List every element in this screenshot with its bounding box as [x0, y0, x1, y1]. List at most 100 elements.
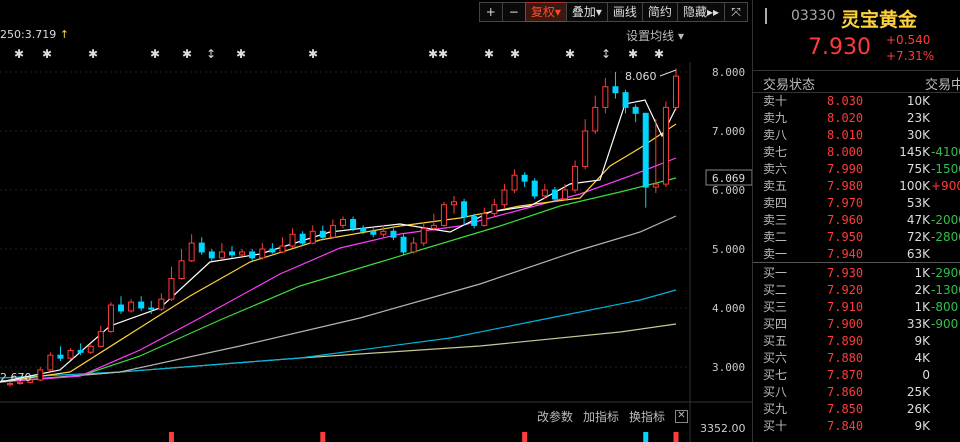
candle — [461, 198, 468, 226]
candle-body — [430, 224, 437, 229]
candle — [390, 228, 397, 241]
candle-body — [400, 236, 407, 253]
level-label: 卖三 — [763, 213, 788, 227]
candle-body — [481, 213, 488, 226]
candle-body — [259, 248, 266, 259]
trade-status-label: 交易状态 — [763, 78, 816, 93]
ask-row[interactable]: 卖四 7.970 53K — [753, 195, 960, 212]
y-tick: 3.000 — [712, 361, 745, 374]
bid-row[interactable]: 买八 7.860 25K — [753, 384, 960, 401]
candle-body — [662, 106, 669, 185]
bid-row[interactable]: 买七 7.870 0 — [753, 367, 960, 384]
quote-header: 03330 灵宝黄金 — [753, 4, 960, 31]
ask-row[interactable]: 卖七 8.000 145K-4100 — [753, 144, 960, 161]
level-label: 买三 — [763, 300, 788, 314]
bid-row[interactable]: 买四 7.900 33K -900 — [753, 316, 960, 333]
candlestick-chart[interactable]: ✱ ✱ ✱ ✱ ✱ ↕ ✱ ✱ ✱✱ ✱ ✱ ✱ ↕ ✱ ✱ 8.060 2.670 8.000 7… — [0, 0, 752, 442]
svg-text:✱: ✱ — [484, 47, 494, 61]
bid-row[interactable]: 买九 7.850 26K — [753, 401, 960, 418]
bid-row[interactable]: 买一 7.930 1K-2900 — [753, 265, 960, 282]
high-price-pointer — [659, 69, 677, 77]
current-price-tag: 6.069 — [712, 172, 745, 185]
candle-body — [118, 304, 124, 312]
candle — [249, 249, 256, 261]
candle — [572, 160, 579, 193]
level-volume: 1K — [914, 266, 930, 280]
svg-text:↕: ↕ — [601, 47, 611, 61]
candle-body — [329, 224, 336, 238]
add-indicator-button[interactable]: 加指标 — [583, 408, 619, 425]
svg-text:✱: ✱ — [42, 47, 52, 61]
candle — [400, 234, 407, 255]
candle — [229, 246, 235, 258]
moving-average-line — [0, 177, 677, 383]
bid-row[interactable]: 买五 7.890 9K — [753, 333, 960, 350]
ask-row[interactable]: 卖五 7.980 100K+900 — [753, 178, 960, 195]
candle-body — [461, 201, 468, 218]
ask-row[interactable]: 卖九 8.020 23K — [753, 110, 960, 127]
candle-body — [87, 345, 94, 353]
candle-body — [471, 216, 478, 226]
bid-row[interactable]: 买三 7.910 1K -800 — [753, 299, 960, 316]
ask-row[interactable]: 卖一 7.940 63K — [753, 246, 960, 263]
candle — [451, 195, 457, 214]
candle-body — [390, 230, 397, 238]
level-price: 7.930 — [827, 266, 864, 280]
candle — [551, 187, 558, 202]
level-label: 买五 — [763, 334, 788, 348]
candle-body — [410, 242, 417, 253]
level-price: 8.030 — [827, 94, 864, 108]
kline-chart-panel[interactable]: + − 复权▾ 叠加▾ 画线 简约 隐藏▸▸ ⤧ 250:3.719 ↑ 设置均… — [0, 0, 752, 442]
level-volume: 25K — [906, 385, 930, 399]
bid-row[interactable]: 买六 7.880 4K — [753, 350, 960, 367]
candle — [612, 72, 619, 99]
candle-body — [420, 227, 427, 244]
candle — [107, 302, 114, 333]
quote-panel: 03330 灵宝黄金 7.930 +0.540 +7.31% 交易状态 交易中 … — [753, 0, 960, 442]
candle — [118, 296, 124, 314]
switch-indicator-button[interactable]: 换指标 — [629, 408, 665, 425]
candle-body — [218, 251, 225, 259]
high-price-label: 8.060 — [625, 70, 657, 83]
close-icon[interactable]: ✕ — [675, 410, 688, 423]
candle — [622, 89, 629, 114]
volume-bar — [673, 432, 679, 442]
candle-body — [642, 112, 649, 188]
ask-row[interactable]: 卖八 8.010 30K — [753, 127, 960, 144]
level-volume: 145K — [899, 145, 930, 159]
divider — [753, 70, 960, 71]
level-volume: 47K — [906, 213, 930, 227]
candle — [642, 112, 649, 208]
ask-row[interactable]: 卖六 7.990 75K-1500 — [753, 161, 960, 178]
stock-code: 03330 — [791, 8, 836, 24]
ask-row[interactable]: 卖二 7.950 72K-2800 — [753, 229, 960, 246]
stock-name: 灵宝黄金 — [841, 9, 918, 31]
bid-row[interactable]: 买二 7.920 2K-1300 — [753, 282, 960, 299]
level-delta: +900 — [931, 179, 960, 193]
candle-body — [299, 233, 306, 244]
ask-row[interactable]: 卖三 7.960 47K-2000 — [753, 212, 960, 229]
level-delta: -900 — [931, 317, 959, 331]
candle-body — [67, 349, 74, 359]
candle — [319, 225, 326, 241]
bid-row[interactable]: 买十 7.840 9K — [753, 418, 960, 435]
candle-body — [592, 106, 599, 132]
ask-row[interactable]: 卖十 8.030 10K — [753, 93, 960, 110]
candle — [158, 293, 165, 311]
menu-icon[interactable] — [765, 8, 771, 24]
candle — [259, 243, 266, 260]
candle — [430, 213, 437, 232]
candle-body — [269, 248, 276, 253]
edit-params-button[interactable]: 改参数 — [537, 408, 573, 425]
svg-text:✱: ✱ — [510, 47, 520, 61]
volume-bar — [168, 432, 174, 442]
candle — [340, 216, 346, 229]
candle-body — [632, 106, 639, 114]
svg-text:✱: ✱ — [182, 47, 192, 61]
level-price: 7.970 — [827, 196, 864, 210]
level-price: 7.840 — [827, 419, 864, 433]
candle-body — [128, 301, 135, 312]
bid-ask-divider — [753, 262, 960, 263]
candle — [440, 201, 447, 227]
candle-body — [350, 219, 357, 229]
